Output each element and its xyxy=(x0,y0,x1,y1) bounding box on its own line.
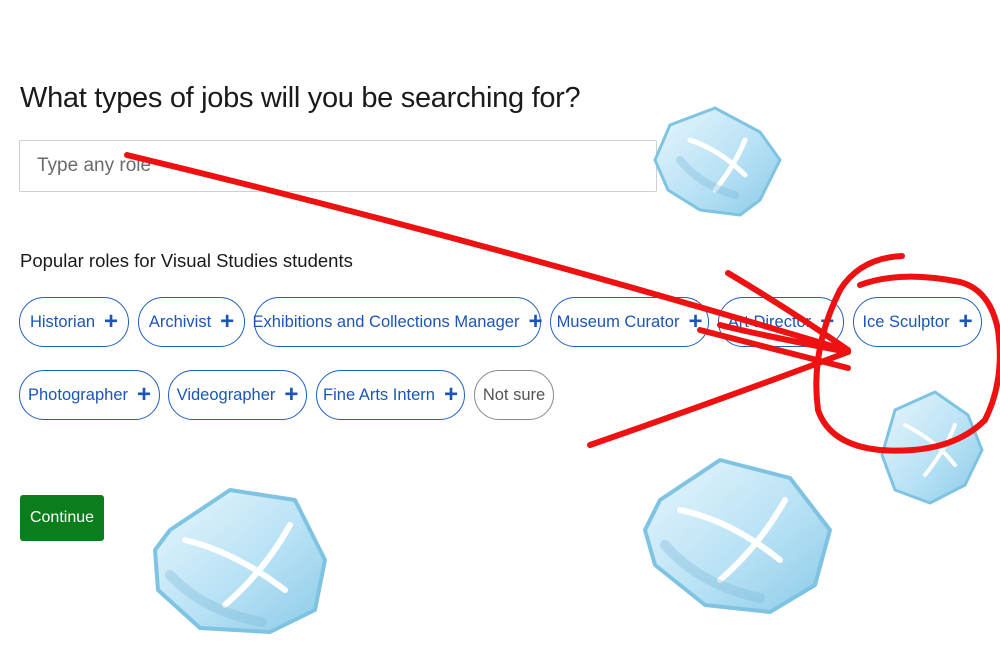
continue-button[interactable]: Continue xyxy=(20,495,104,541)
plus-icon: + xyxy=(443,381,458,408)
not-sure-chip[interactable]: Not sure xyxy=(474,370,554,420)
not-sure-label: Not sure xyxy=(482,385,546,404)
role-chip-label: Videographer xyxy=(176,385,276,404)
plus-icon: + xyxy=(220,308,235,335)
popular-roles-label: Popular roles for Visual Studies student… xyxy=(20,250,353,271)
role-chip-label: Exhibitions and Collections Manager xyxy=(252,312,520,331)
ice-cube-icon xyxy=(153,488,327,634)
plus-icon: + xyxy=(284,381,299,408)
role-chip-exhibitions-manager[interactable]: Exhibitions and Collections Manager + xyxy=(252,297,543,347)
plus-icon: + xyxy=(104,308,119,335)
role-search-input[interactable] xyxy=(20,141,656,191)
plus-icon: + xyxy=(528,308,543,335)
page-title: What types of jobs will you be searching… xyxy=(20,82,581,114)
role-chip-label: Historian xyxy=(29,312,96,331)
role-chip-label: Fine Arts Intern xyxy=(323,385,435,404)
plus-icon: + xyxy=(688,308,703,335)
plus-icon: + xyxy=(958,308,973,335)
ice-cube-icon xyxy=(653,106,782,217)
role-chip-photographer[interactable]: Photographer + xyxy=(19,370,160,420)
plus-icon: + xyxy=(820,308,835,335)
role-chip-archivist[interactable]: Archivist + xyxy=(138,297,245,347)
role-chip-label: Archivist xyxy=(148,312,212,331)
ice-cube-icon xyxy=(643,458,832,614)
role-chip-label: Art Director xyxy=(727,312,812,331)
plus-icon: + xyxy=(137,381,152,408)
ice-cube-icon xyxy=(880,390,984,505)
role-chip-label: Ice Sculptor xyxy=(862,312,950,331)
role-chip-label: Photographer xyxy=(28,385,128,404)
role-chip-museum-curator[interactable]: Museum Curator + xyxy=(550,297,709,347)
role-chip-historian[interactable]: Historian + xyxy=(19,297,129,347)
role-chip-art-director[interactable]: Art Director + xyxy=(718,297,844,347)
role-chip-label: Museum Curator xyxy=(556,312,680,331)
role-search-field[interactable] xyxy=(19,140,657,192)
role-chip-fine-arts-intern[interactable]: Fine Arts Intern + xyxy=(316,370,465,420)
role-chip-ice-sculptor[interactable]: Ice Sculptor + xyxy=(853,297,982,347)
role-chip-videographer[interactable]: Videographer + xyxy=(168,370,307,420)
